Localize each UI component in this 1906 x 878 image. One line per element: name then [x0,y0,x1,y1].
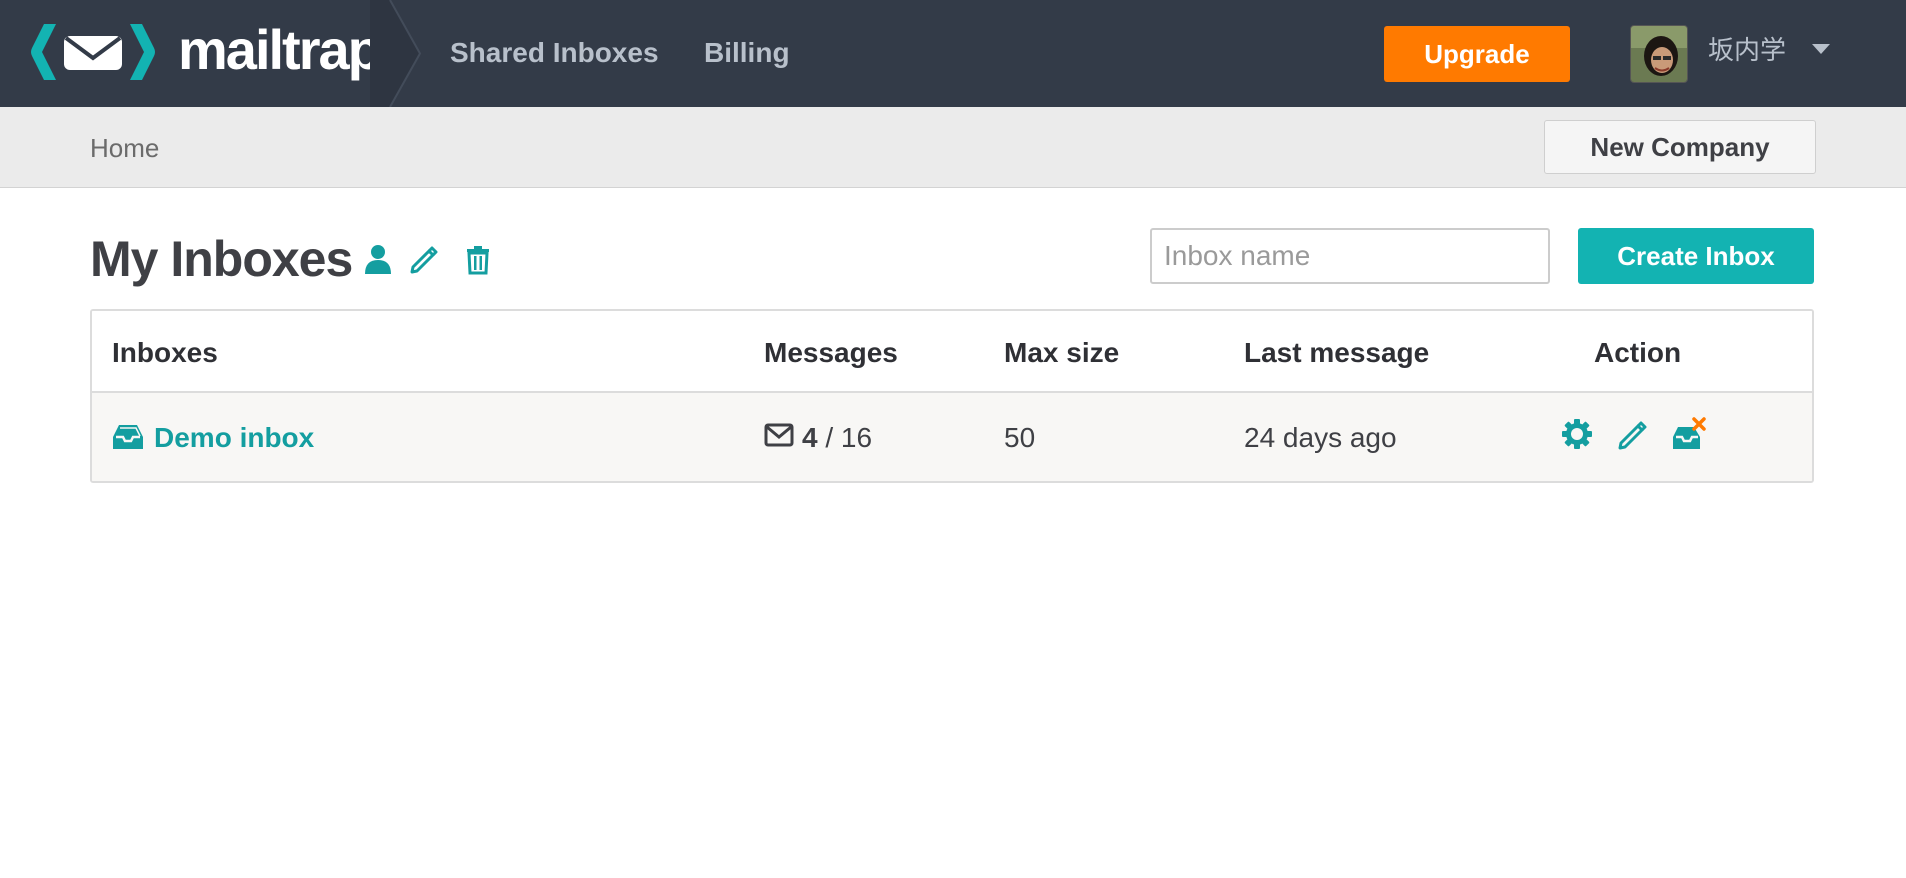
breadcrumb-home[interactable]: Home [90,133,159,163]
user-icon[interactable] [362,243,394,275]
create-inbox-button[interactable]: Create Inbox [1578,228,1814,284]
pencil-icon[interactable] [1616,417,1650,451]
header-last-message: Last message [1244,337,1430,368]
page-title: My Inboxes [90,231,353,287]
header-messages: Messages [764,337,898,368]
messages-received: 4 [802,422,818,453]
pencil-icon[interactable] [408,243,440,275]
header-max-size: Max size [1004,337,1120,368]
avatar-photo-icon [1631,26,1687,82]
envelope-icon [764,423,794,447]
mailtrap-logo-icon [31,24,155,80]
max-size-value: 50 [1004,422,1036,453]
trash-icon[interactable] [462,243,494,275]
clear-inbox-icon[interactable] [1672,417,1706,451]
user-name[interactable]: 坂内学 [1708,34,1786,66]
inbox-tray-icon[interactable] [112,423,144,451]
nav-link-billing[interactable]: Billing [704,36,790,70]
inboxes-table: Inboxes Messages Max size Last message A… [90,309,1814,483]
user-avatar[interactable] [1630,25,1688,83]
table-row[interactable]: Demo inbox 4 / 16 50 24 days ago [92,393,1812,481]
messages-count: 4 / 16 [802,421,872,455]
breadcrumb-bar: Home New Company [0,107,1906,188]
new-company-button[interactable]: New Company [1544,120,1816,174]
nav-separator-chevron [370,0,422,107]
header-inboxes: Inboxes [112,337,218,368]
logo[interactable]: mailtrap [0,0,422,107]
table-header: Inboxes Messages Max size Last message A… [92,311,1812,393]
inbox-name-input[interactable] [1150,228,1550,284]
messages-separator: / [825,422,834,453]
last-message-value: 24 days ago [1244,422,1397,453]
messages-total: 16 [840,422,873,453]
nav-link-shared-inboxes[interactable]: Shared Inboxes [450,36,659,70]
header-action: Action [1594,337,1682,368]
upgrade-button[interactable]: Upgrade [1384,26,1570,82]
logo-text: mailtrap [178,18,382,81]
gear-icon[interactable] [1560,417,1594,451]
user-menu-caret-icon[interactable] [1812,44,1830,54]
inbox-name-link[interactable]: Demo inbox [154,421,314,455]
top-navbar: mailtrap Shared Inboxes Billing Upgrade … [0,0,1906,107]
